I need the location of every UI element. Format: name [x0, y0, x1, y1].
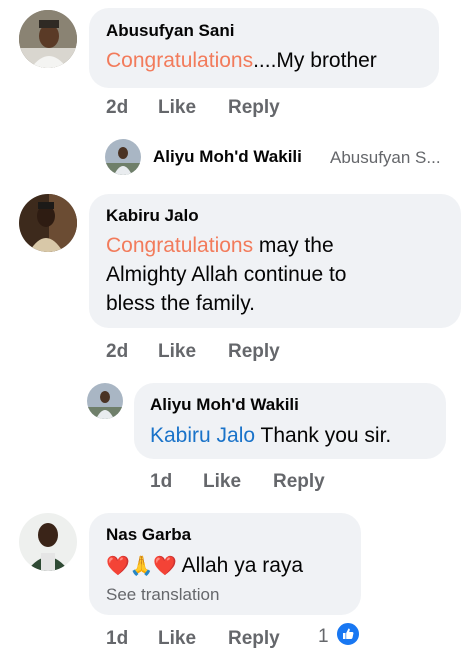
see-translation-link[interactable]: See translation — [106, 585, 219, 605]
comment-text-line2: Almighty Allah continue to — [106, 263, 347, 286]
comment-author[interactable]: Nas Garba — [106, 525, 191, 545]
comment-timestamp[interactable]: 1d — [106, 628, 128, 650]
comment-text: ❤️🙏❤️ Allah ya raya — [106, 551, 356, 581]
like-reaction-icon[interactable] — [336, 622, 360, 646]
comment-text-rest: Allah ya raya — [176, 554, 304, 577]
comment-timestamp[interactable]: 2d — [106, 97, 128, 119]
like-button[interactable]: Like — [158, 341, 196, 363]
like-button[interactable]: Like — [158, 628, 196, 650]
comment-text-line3: bless the family. — [106, 292, 255, 315]
reply-button[interactable]: Reply — [228, 341, 280, 363]
comment-author[interactable]: Abusufyan Sani — [106, 21, 234, 41]
collapsed-reply-author[interactable]: Aliyu Moh'd Wakili — [153, 147, 302, 167]
reply-timestamp[interactable]: 1d — [150, 471, 172, 493]
reaction-count[interactable]: 1 — [318, 626, 329, 648]
collapsed-reply-preview[interactable]: Abusufyan S... — [330, 148, 441, 168]
comment-text-rest: ....My brother — [253, 49, 377, 72]
avatar-kabiru-jalo[interactable] — [19, 194, 77, 252]
reply-text-rest: Thank you sir. — [255, 424, 392, 447]
comment-timestamp[interactable]: 2d — [106, 341, 128, 363]
comment-author[interactable]: Kabiru Jalo — [106, 206, 199, 226]
reply-author[interactable]: Aliyu Moh'd Wakili — [150, 395, 299, 415]
comment-text-line1: may the — [253, 234, 334, 257]
like-button[interactable]: Like — [158, 97, 196, 119]
avatar-aliyu-mohd-wakili[interactable] — [105, 139, 141, 175]
reply-button[interactable]: Reply — [228, 628, 280, 650]
highlighted-word: Congratulations — [106, 234, 254, 257]
avatar-nas-garba[interactable] — [19, 513, 77, 571]
reply-button[interactable]: Reply — [273, 471, 325, 493]
reply-text: Kabiru Jalo Thank you sir. — [150, 421, 440, 450]
avatar-aliyu-mohd-wakili[interactable] — [87, 383, 123, 419]
highlighted-word: Congratulations — [106, 49, 254, 72]
comment-text: Congratulations may the Almighty Allah c… — [106, 231, 456, 318]
like-button[interactable]: Like — [203, 471, 241, 493]
avatar-abusufyan-sani[interactable] — [19, 10, 77, 68]
comment-text: Congratulations....My brother — [106, 46, 436, 75]
reply-button[interactable]: Reply — [228, 97, 280, 119]
emoji-hearts-pray: ❤️🙏❤️ — [106, 556, 177, 577]
mention-link[interactable]: Kabiru Jalo — [150, 424, 255, 447]
